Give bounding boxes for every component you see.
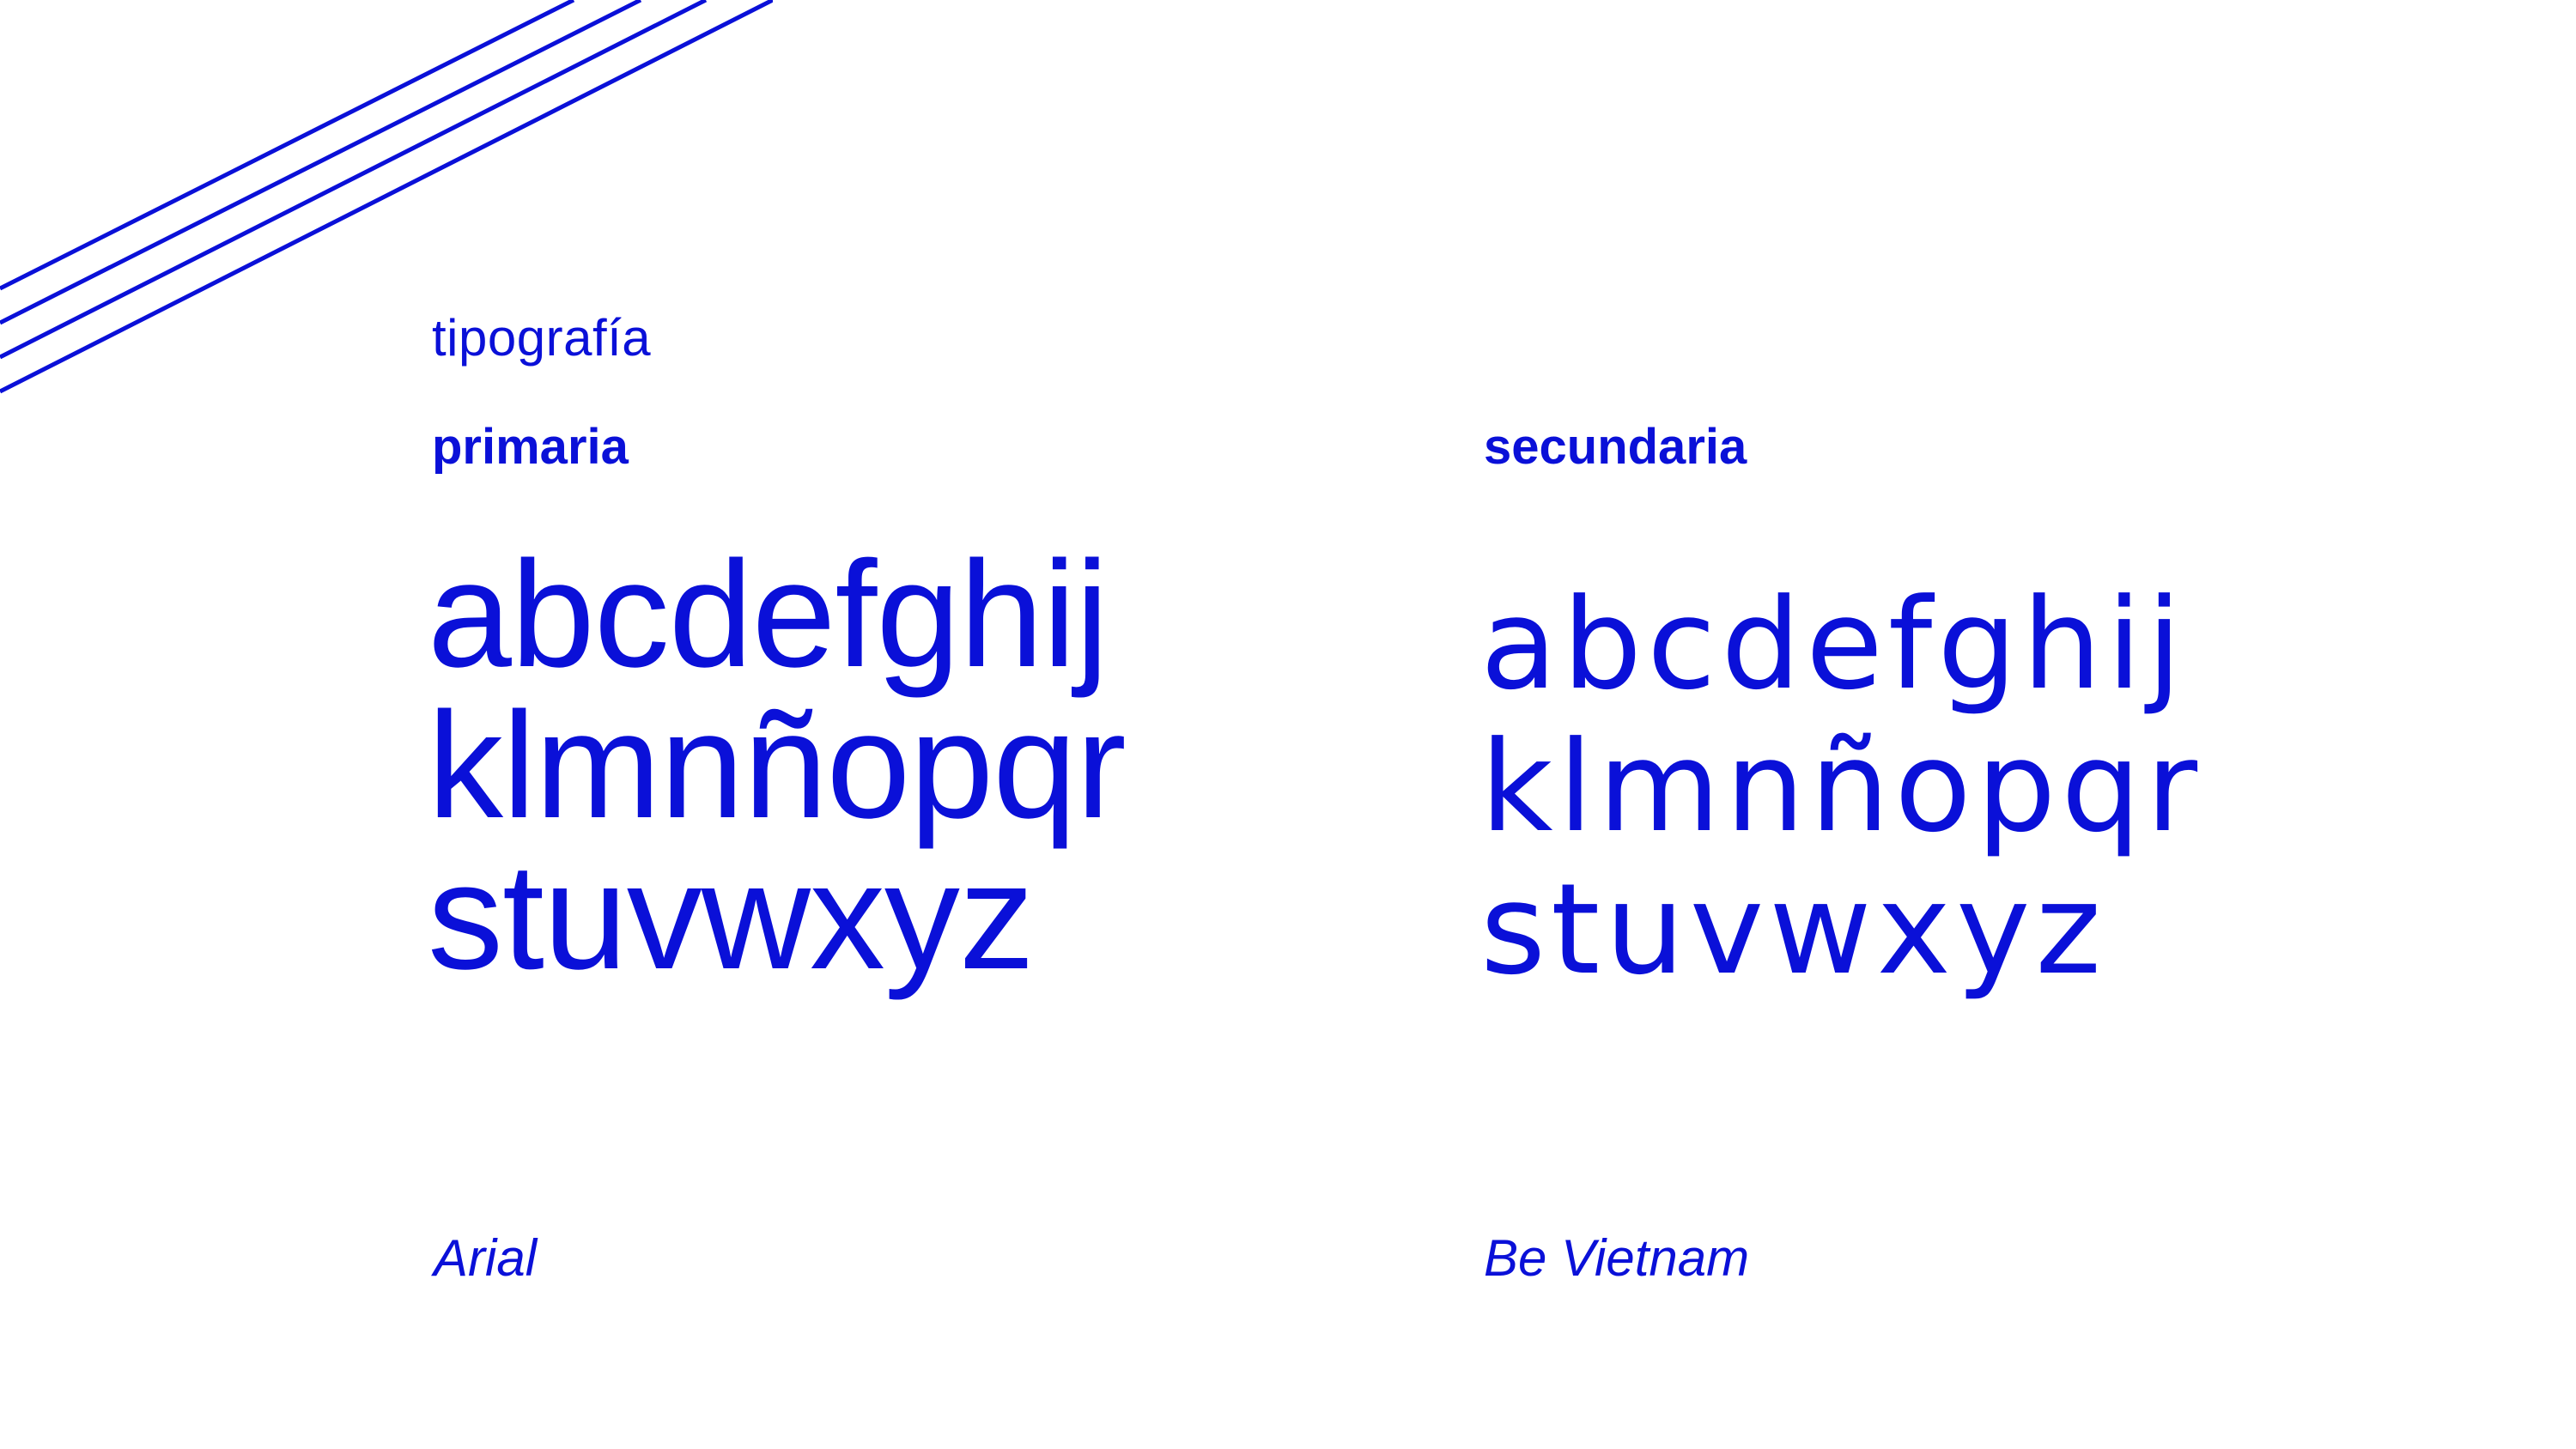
primary-alphabet-specimen: abcdefghij klmnñopqr stuvwxyz bbox=[428, 530, 1127, 1001]
alphabet-line: stuvwxyz bbox=[428, 833, 1035, 1001]
diagonal-line bbox=[0, 0, 642, 325]
secondary-font-name: Be Vietnam bbox=[1484, 1229, 1750, 1287]
alphabet-line: abcdefghij bbox=[428, 530, 1109, 699]
primary-font-name: Arial bbox=[434, 1229, 538, 1287]
alphabet-line: abcdefghij bbox=[1480, 572, 2187, 718]
diagonal-lines-icon bbox=[0, 0, 773, 394]
secondary-alphabet-specimen: abcdefghij klmnñopqr stuvwxyz bbox=[1480, 573, 2202, 1001]
primary-font-label: primaria bbox=[432, 419, 629, 475]
alphabet-line: klmnñopqr bbox=[428, 682, 1127, 850]
diagonal-line bbox=[0, 0, 773, 394]
secondary-font-label: secundaria bbox=[1484, 419, 1747, 475]
alphabet-line: klmnñopqr bbox=[1480, 714, 2203, 860]
diagonal-line bbox=[0, 0, 708, 360]
section-title: tipografía bbox=[432, 309, 652, 367]
alphabet-line: stuvwxyz bbox=[1480, 857, 2107, 1003]
